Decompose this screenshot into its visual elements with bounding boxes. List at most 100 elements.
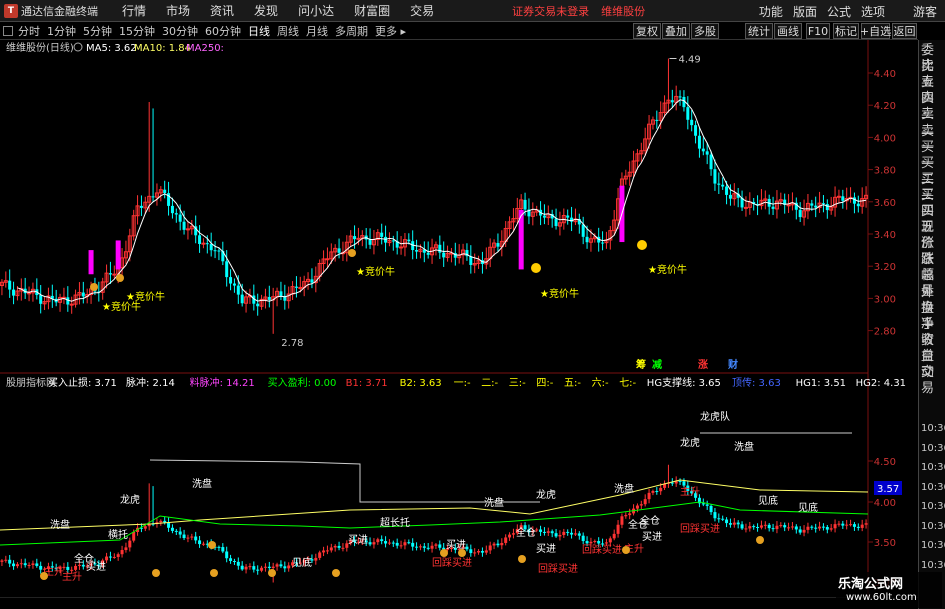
tab-30min[interactable]: 30分钟 (162, 23, 198, 39)
candle-body-down (163, 189, 167, 194)
lower-candle-body (384, 541, 388, 544)
tab-multi-period[interactable]: 多周期 (335, 23, 368, 39)
signal-label: 见底 (798, 501, 818, 514)
lower-candle-body (31, 563, 35, 565)
lower-candle-body (546, 531, 550, 533)
chevron-down-icon (73, 42, 83, 52)
tool-duogu[interactable]: 多股 (691, 23, 719, 39)
candle-body-down (236, 285, 240, 295)
lower-candle-body (35, 563, 39, 566)
lower-candle-body (496, 543, 500, 546)
lower-candle-body (27, 564, 31, 566)
menu-shichang[interactable]: 市场 (166, 2, 190, 19)
money-bag-icon (756, 536, 764, 544)
lower-candle-body (736, 522, 740, 525)
y-tick-label: 4.40 (874, 69, 896, 80)
ma10-value: MA10: 1.84 (134, 43, 191, 54)
candle-body-up (69, 303, 74, 306)
checkbox-icon[interactable] (3, 25, 13, 36)
tool-tongji[interactable]: 统计 (745, 23, 773, 39)
lower-candle-body (810, 526, 814, 528)
time-label: 10:36 (921, 501, 945, 512)
signal-label: 洗盘 (484, 496, 504, 509)
lower-candle-body (717, 518, 721, 520)
y-tick-label: 2.80 (874, 327, 896, 338)
lower-candle-body (403, 542, 407, 546)
lower-candle-body (66, 566, 70, 570)
candle-body-up (325, 258, 330, 261)
tab-5min[interactable]: 5分钟 (83, 23, 112, 39)
kline-chart[interactable]: 4.40 4.20 4.00 3.80 3.60 3.40 3.20 3.00 2.80 维维股份… (0, 40, 918, 598)
lower-candle-body (577, 533, 581, 536)
lower-candle-body (174, 530, 178, 532)
tool-fuquan[interactable]: 复权 (633, 23, 661, 39)
lower-candle-body (70, 569, 74, 571)
menu-wenxiaoda[interactable]: 问小达 (298, 2, 334, 19)
tool-f10[interactable]: F10 (806, 23, 830, 39)
candle-body-down (217, 250, 221, 252)
lower-candle-body (794, 526, 798, 530)
lower-candle-body (74, 565, 78, 570)
lower-candle-body (201, 543, 205, 545)
lower-candle-body (263, 566, 267, 568)
money-bag-icon (210, 569, 218, 577)
indicator-value: 二:- (481, 378, 498, 389)
lower-candle-body (825, 527, 829, 530)
tool-add-favorite[interactable]: +自选 (860, 23, 891, 39)
menu-gongneng[interactable]: 功能 (759, 3, 783, 20)
candle-body-up (27, 292, 32, 295)
lower-candle-body (833, 524, 837, 529)
tool-biaoji[interactable]: 标记 (833, 23, 859, 39)
tab-more[interactable]: 更多 ▸ (375, 23, 406, 39)
indicator-value: 三:- (509, 378, 526, 389)
time-label: 10:36 (921, 423, 945, 434)
candle-body-down (856, 203, 860, 207)
candle-body-down (438, 244, 442, 253)
lower-candle-body (721, 518, 725, 520)
menu-xuanxiang[interactable]: 选项 (861, 3, 885, 20)
candle-body-down (232, 283, 236, 286)
tab-monthly[interactable]: 月线 (306, 23, 328, 39)
signal-label: 买进 (86, 561, 106, 573)
lower-candle-body (585, 541, 589, 544)
menu-hangqing[interactable]: 行情 (122, 2, 146, 19)
app-name: 通达信金融终端 (21, 4, 98, 18)
money-bag-icon (208, 541, 216, 549)
tab-weekly[interactable]: 周线 (277, 23, 299, 39)
menu-banmian[interactable]: 版面 (793, 3, 817, 20)
time-label: 10:36 (921, 481, 945, 493)
guest-user[interactable]: 游客 (913, 3, 937, 20)
tab-fenshi[interactable]: 分时 (18, 23, 40, 39)
tab-60min[interactable]: 60分钟 (205, 23, 241, 39)
tool-huaxian[interactable]: 画线 (774, 23, 802, 39)
tab-daily[interactable]: 日线 (248, 23, 270, 39)
lower-candle-body (426, 547, 430, 549)
lower-candle-body (23, 563, 27, 566)
tool-diejia[interactable]: 叠加 (662, 23, 690, 39)
tab-1min[interactable]: 1分钟 (47, 23, 76, 39)
lower-candle-body (240, 565, 244, 570)
candle-body-down (353, 236, 357, 240)
chart-area[interactable]: 4.40 4.20 4.00 3.80 3.60 3.40 3.20 3.00 2.80 维维股份… (0, 40, 918, 598)
lower-candle-body (225, 551, 229, 559)
lower-candle-body (283, 566, 287, 569)
login-status[interactable]: 证券交易未登录 (512, 3, 589, 19)
lower-candle-body (399, 545, 403, 547)
upper-title: 维维股份(日线) (6, 41, 74, 54)
lower-candle-body (108, 556, 112, 558)
lower-candle-body (271, 566, 275, 569)
candle-body-down (581, 224, 585, 237)
menu-caifuquan[interactable]: 财富圈 (354, 2, 390, 19)
tool-back[interactable]: 返回 (892, 23, 917, 39)
signal-label: 洗盘 (614, 482, 634, 495)
menu-gongshi[interactable]: 公式 (827, 3, 851, 20)
smiley-icon (531, 263, 541, 273)
lower-candle-body (604, 542, 608, 544)
tab-15min[interactable]: 15分钟 (119, 23, 155, 39)
menu-zixun[interactable]: 资讯 (210, 2, 234, 19)
candle-body-down (709, 154, 713, 170)
menu-faxian[interactable]: 发现 (254, 2, 278, 19)
menu-jiaoyi[interactable]: 交易 (410, 2, 434, 19)
side-item[interactable]: 交易 (921, 365, 945, 397)
y-tick-label: 3.80 (874, 166, 896, 177)
